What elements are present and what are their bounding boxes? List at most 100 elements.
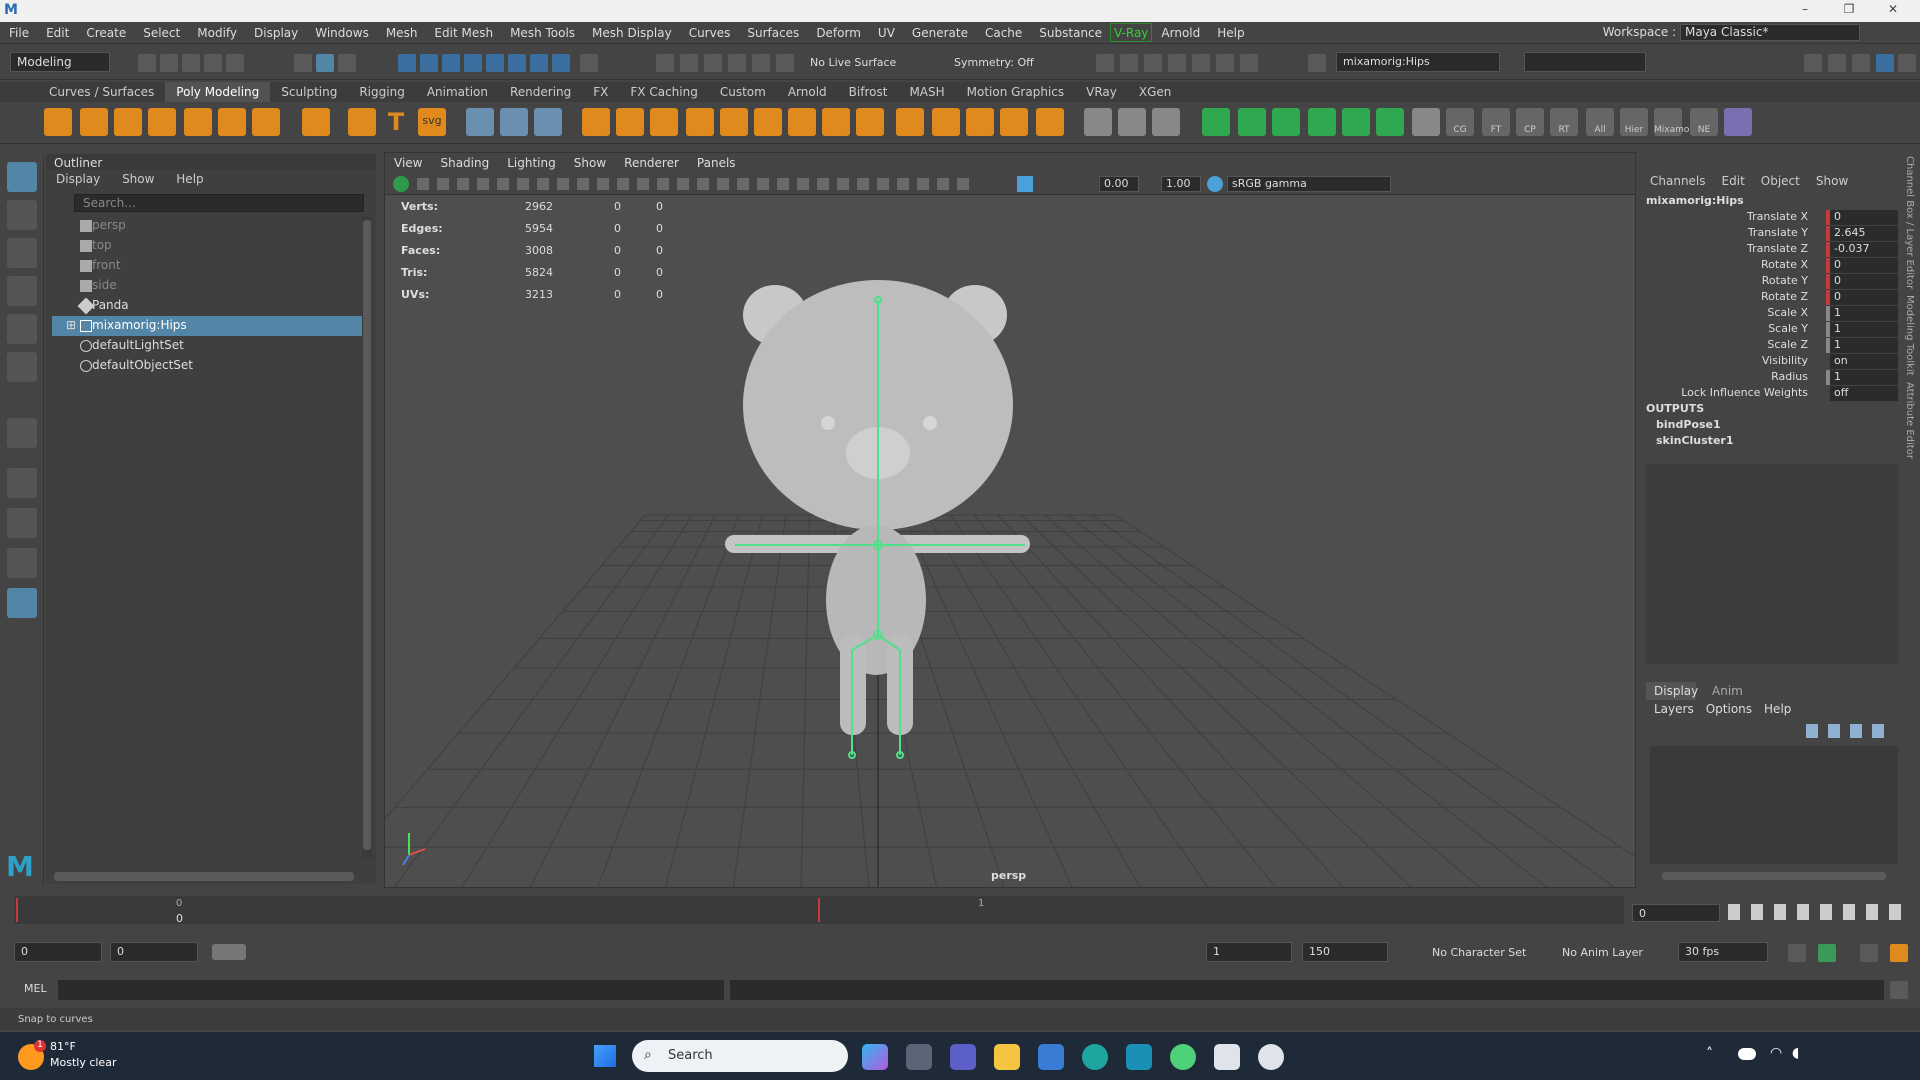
channel-row[interactable]: Rotate X 0	[1640, 258, 1900, 274]
last-tool-icon[interactable]	[7, 418, 37, 448]
super-shape-icon[interactable]	[348, 108, 376, 136]
menu-cache[interactable]: Cache	[976, 23, 1030, 45]
shelf-tab-rigging[interactable]: Rigging	[348, 82, 415, 102]
reset-transform-icon[interactable]	[1308, 108, 1336, 136]
center-pivot-shelf-icon[interactable]: CP	[1516, 108, 1544, 136]
poly-cube-icon[interactable]	[80, 108, 108, 136]
lock-ui-icon[interactable]	[1898, 54, 1916, 72]
menu-mesh-display[interactable]: Mesh Display	[583, 23, 680, 45]
outliner-vertical-scrollbar[interactable]	[362, 216, 372, 858]
outliner-search-input[interactable]: Search...	[74, 194, 364, 212]
menu-edit-mesh[interactable]: Edit Mesh	[425, 23, 501, 45]
channel-row[interactable]: Radius 1	[1640, 370, 1900, 386]
type-tool-icon[interactable]: T	[382, 108, 410, 136]
render-settings-icon[interactable]	[1168, 54, 1186, 72]
center-pivot-icon[interactable]	[1238, 108, 1266, 136]
layer-buttons-icons[interactable]	[1806, 724, 1894, 738]
shelf-tab-bifrost[interactable]: Bifrost	[838, 82, 899, 102]
svg-tool-icon[interactable]: svg	[418, 108, 446, 136]
channel-row[interactable]: Scale X 1	[1640, 306, 1900, 322]
outliner-item-front[interactable]: front	[52, 256, 368, 276]
viewport-menu-lighting[interactable]: Lighting	[498, 153, 565, 170]
cg-shelf-icon[interactable]: CG	[1446, 108, 1474, 136]
channel-value-field[interactable]: 0	[1826, 290, 1898, 305]
quick-rename-field[interactable]	[1524, 52, 1646, 72]
pause-render-icon[interactable]	[1240, 54, 1258, 72]
channel-value-field[interactable]: 0	[1826, 210, 1898, 225]
time-cursor[interactable]	[16, 898, 18, 922]
onedrive-icon[interactable]	[1738, 1048, 1756, 1060]
select-hierarchy-shelf-icon[interactable]: Hier	[1620, 108, 1648, 136]
menu-uv[interactable]: UV	[869, 23, 903, 45]
outliner-item-default-object-set[interactable]: defaultObjectSet	[52, 356, 368, 376]
fps-dropdown[interactable]: 30 fps	[1678, 942, 1768, 962]
workspace-selector[interactable]: Workspace : Maya Classic*	[1603, 24, 1860, 41]
menu-surfaces[interactable]: Surfaces	[738, 23, 807, 45]
grid-tool-icon[interactable]	[534, 108, 562, 136]
channel-value-field[interactable]: 2.645	[1826, 226, 1898, 241]
redo-icon[interactable]	[226, 54, 244, 72]
copilot-icon[interactable]	[862, 1044, 888, 1070]
extrude-icon[interactable]	[720, 108, 748, 136]
construction-history-icon[interactable]	[704, 54, 722, 72]
select-camera-icon[interactable]	[393, 176, 409, 192]
toggle-channel-box-icon[interactable]	[1876, 54, 1894, 72]
poly-cone-icon[interactable]	[148, 108, 176, 136]
multi-cut-icon[interactable]	[822, 108, 850, 136]
ne-shelf-icon[interactable]: NE	[1690, 108, 1718, 136]
maximize-icon[interactable]: ❐	[1834, 2, 1864, 20]
loop-icon[interactable]	[1788, 944, 1806, 962]
channel-row[interactable]: Translate Z -0.037	[1640, 242, 1900, 258]
lock-icon[interactable]	[580, 54, 598, 72]
channel-value-field[interactable]: 1	[1826, 338, 1898, 353]
auto-key-icon[interactable]	[1818, 944, 1836, 962]
append-polygon-icon[interactable]	[966, 108, 994, 136]
live-surface-label[interactable]: No Live Surface	[810, 56, 896, 69]
select-by-object-icon[interactable]	[316, 54, 334, 72]
quick-rig-icon[interactable]	[1890, 944, 1908, 962]
channel-menu-object[interactable]: Object	[1761, 174, 1800, 188]
taskbar-search[interactable]: ⌕ Search	[632, 1040, 848, 1072]
retopology-icon[interactable]	[1036, 108, 1064, 136]
range-slider-handle[interactable]	[212, 944, 246, 960]
select-tool-icon[interactable]	[7, 162, 37, 192]
channel-row[interactable]: Translate Y 2.645	[1640, 226, 1900, 242]
rotate-tool-icon[interactable]	[7, 314, 37, 344]
channel-value-field[interactable]: 1	[1826, 322, 1898, 337]
sculpt-tool-icon[interactable]	[466, 108, 494, 136]
show-hidden-icons-icon[interactable]: ˄	[1706, 1046, 1713, 1062]
expand-icon[interactable]: ⊞	[66, 318, 76, 332]
viewport-menu-show[interactable]: Show	[565, 153, 615, 170]
channel-row[interactable]: Visibility on	[1640, 354, 1900, 370]
shelf-tab-rendering[interactable]: Rendering	[499, 82, 582, 102]
channel-value-field[interactable]: 0	[1826, 274, 1898, 289]
scene-end-field[interactable]: 150	[1302, 942, 1388, 962]
render-sequence-icon[interactable]	[1120, 54, 1138, 72]
render-current-frame-icon[interactable]	[1096, 54, 1114, 72]
menu-generate[interactable]: Generate	[903, 23, 976, 45]
layer-menu-help[interactable]: Help	[1764, 702, 1791, 716]
lasso-tool-icon[interactable]	[7, 200, 37, 230]
delete-history-icon[interactable]	[1272, 108, 1300, 136]
color-management-icon[interactable]	[1207, 176, 1223, 192]
undo-icon[interactable]	[204, 54, 222, 72]
single-perspective-layout-icon[interactable]	[7, 468, 37, 498]
shelf-tab-vray[interactable]: VRay	[1075, 82, 1128, 102]
snap-vertex-icon[interactable]	[530, 54, 548, 72]
menu-substance[interactable]: Substance	[1030, 23, 1110, 45]
snap-grid-icon[interactable]	[398, 54, 416, 72]
bridge-icon[interactable]	[754, 108, 782, 136]
freeze-transforms-icon[interactable]	[1202, 108, 1230, 136]
workspace-dropdown[interactable]: Maya Classic*	[1680, 24, 1860, 41]
menu-create[interactable]: Create	[77, 23, 134, 45]
delete-icon[interactable]	[1412, 108, 1440, 136]
minimize-icon[interactable]: –	[1790, 2, 1820, 20]
shelf-tab-mash[interactable]: MASH	[898, 82, 955, 102]
shelf-tab-motion-graphics[interactable]: Motion Graphics	[956, 82, 1076, 102]
smooth-shade-icon[interactable]	[1017, 176, 1033, 192]
poly-cylinder-icon[interactable]	[114, 108, 142, 136]
playback-start-field[interactable]: 0	[110, 942, 198, 962]
channel-row[interactable]: Scale Z 1	[1640, 338, 1900, 354]
outliner-item-side[interactable]: side	[52, 276, 368, 296]
start-icon[interactable]	[594, 1045, 616, 1067]
